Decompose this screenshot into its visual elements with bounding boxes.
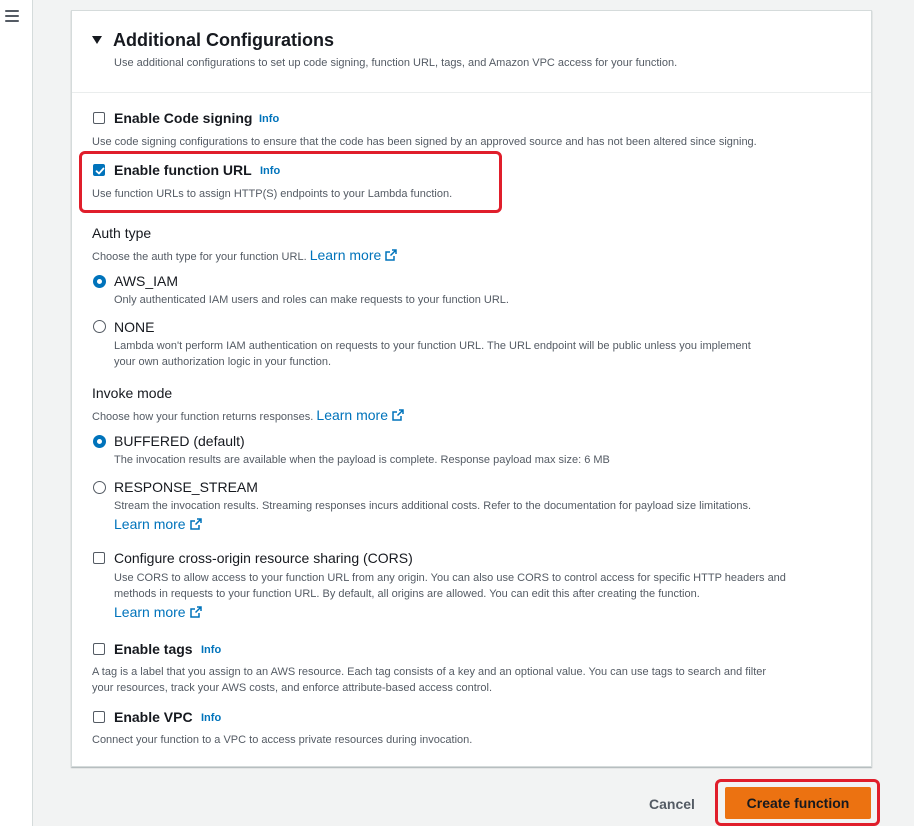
left-nav-rail xyxy=(0,0,33,826)
code-signing-checkbox[interactable] xyxy=(93,112,105,124)
section-description: Use additional configurations to set up … xyxy=(114,57,678,69)
function-url-description: Use function URLs to assign HTTP(S) endp… xyxy=(92,188,453,200)
invoke-buffered-radio[interactable] xyxy=(93,435,106,448)
vpc-description: Connect your function to a VPC to access… xyxy=(92,734,473,746)
invoke-mode-learn-more-text[interactable]: Learn more xyxy=(316,407,388,423)
tags-description-line2: your resources, track your AWS costs, an… xyxy=(92,682,493,694)
auth-type-description-text: Choose the auth type for your function U… xyxy=(92,251,307,263)
caret-down-icon[interactable] xyxy=(92,36,102,44)
code-signing-label[interactable]: Enable Code signing xyxy=(114,110,252,126)
invoke-mode-learn-more-link[interactable]: Learn more xyxy=(316,407,404,423)
auth-type-learn-more-link[interactable]: Learn more xyxy=(310,247,398,263)
function-url-label[interactable]: Enable function URL xyxy=(114,162,252,178)
cors-learn-more-link[interactable]: Learn more xyxy=(114,604,202,622)
cors-checkbox[interactable] xyxy=(93,552,105,564)
hamburger-icon[interactable] xyxy=(5,10,19,22)
invoke-response-stream-radio[interactable] xyxy=(93,481,106,494)
invoke-response-stream-learn-more-link[interactable]: Learn more xyxy=(114,516,202,534)
auth-type-label: Auth type xyxy=(92,225,152,241)
tags-label[interactable]: Enable tags xyxy=(114,641,193,657)
function-url-info-link[interactable]: Info xyxy=(260,165,280,177)
vpc-info-link[interactable]: Info xyxy=(201,712,221,724)
external-link-icon xyxy=(385,249,398,261)
auth-type-description: Choose the auth type for your function U… xyxy=(92,247,398,265)
external-link-icon xyxy=(189,518,202,530)
invoke-buffered-label[interactable]: BUFFERED (default) xyxy=(114,433,245,449)
vpc-checkbox[interactable] xyxy=(93,711,105,723)
cors-label[interactable]: Configure cross-origin resource sharing … xyxy=(114,550,413,566)
auth-none-label[interactable]: NONE xyxy=(114,319,154,335)
code-signing-info-link[interactable]: Info xyxy=(259,113,279,125)
response-stream-learn-more-text[interactable]: Learn more xyxy=(114,516,186,532)
invoke-response-stream-label[interactable]: RESPONSE_STREAM xyxy=(114,479,258,495)
auth-aws-iam-description: Only authenticated IAM users and roles c… xyxy=(114,294,509,306)
auth-aws-iam-label[interactable]: AWS_IAM xyxy=(114,273,178,289)
invoke-buffered-description: The invocation results are available whe… xyxy=(114,454,610,466)
invoke-mode-description: Choose how your function returns respons… xyxy=(92,407,404,425)
tags-description-line1: A tag is a label that you assign to an A… xyxy=(92,666,767,678)
invoke-mode-description-text: Choose how your function returns respons… xyxy=(92,411,314,423)
invoke-response-stream-description: Stream the invocation results. Streaming… xyxy=(114,500,752,512)
cancel-button[interactable]: Cancel xyxy=(640,790,704,818)
panel-header[interactable]: Additional Configurations Use additional… xyxy=(72,11,871,93)
function-url-highlight xyxy=(79,151,502,213)
code-signing-description: Use code signing configurations to ensur… xyxy=(92,136,757,148)
cors-learn-more-text[interactable]: Learn more xyxy=(114,604,186,620)
external-link-icon xyxy=(189,606,202,618)
external-link-icon xyxy=(392,409,404,421)
function-url-checkbox[interactable] xyxy=(93,164,105,176)
auth-type-learn-more-text[interactable]: Learn more xyxy=(310,247,382,263)
tags-info-link[interactable]: Info xyxy=(201,644,221,656)
vpc-label[interactable]: Enable VPC xyxy=(114,709,193,725)
cors-description-line1: Use CORS to allow access to your functio… xyxy=(114,572,786,584)
checkmark-icon xyxy=(95,167,105,175)
invoke-mode-label: Invoke mode xyxy=(92,385,173,401)
auth-none-description-line2: your own authorization logic in your fun… xyxy=(114,356,332,368)
create-function-button[interactable]: Create function xyxy=(725,787,871,819)
section-title: Additional Configurations xyxy=(113,30,334,50)
auth-aws-iam-radio[interactable] xyxy=(93,275,106,288)
auth-none-description-line1: Lambda won't perform IAM authentication … xyxy=(114,340,751,352)
cors-description-line2: methods in requests to your function URL… xyxy=(114,588,700,600)
tags-checkbox[interactable] xyxy=(93,643,105,655)
auth-none-radio[interactable] xyxy=(93,320,106,333)
